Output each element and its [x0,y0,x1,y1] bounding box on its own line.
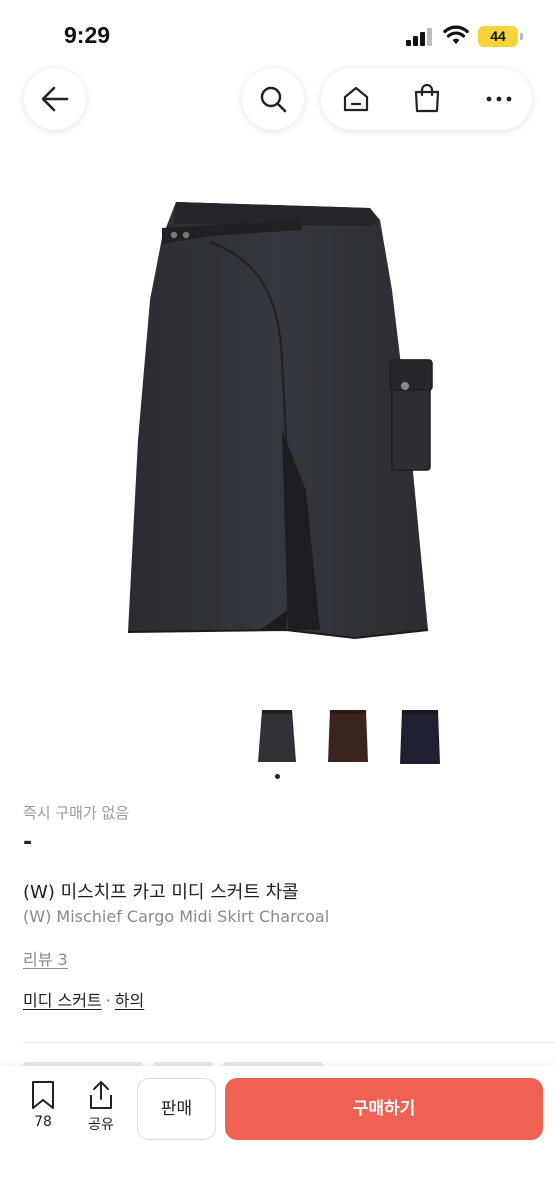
price-value: - [23,830,33,855]
thumbnail-navy[interactable] [394,700,446,772]
product-main-image[interactable] [110,190,445,650]
instant-buy-price-label: 즉시 구매가 없음 [23,804,130,822]
thumbnail-brown[interactable] [322,700,374,772]
share-button[interactable]: 공유 [80,1080,122,1136]
review-link[interactable]: 리뷰 3 [23,946,68,970]
search-icon [260,86,287,113]
status-time: 9:29 [64,22,111,48]
status-bar: 9:29 44 [0,0,555,70]
wifi-icon [443,25,469,44]
more-button[interactable] [476,76,522,122]
category-separator: · [105,991,111,1010]
product-title-korean: (W) 미스치프 카고 미디 스커트 차콜 [23,882,299,903]
shopping-bag-button[interactable] [404,76,450,122]
share-label: 공유 [88,1117,114,1133]
nav-action-group [321,68,532,130]
more-horizontal-icon [486,96,512,102]
search-button[interactable] [242,68,304,130]
category-link-midi-skirt[interactable]: 미디 스커트 [23,991,102,1010]
category-link-bottoms[interactable]: 하의 [115,991,144,1010]
bookmark-icon [32,1081,54,1109]
home-button[interactable] [333,76,379,122]
product-title-english: (W) Mischief Cargo Midi Skirt Charcoal [23,907,330,926]
cellular-signal-icon [406,28,434,46]
shopping-bag-icon [414,83,440,113]
section-divider [23,1042,555,1043]
battery-cap [520,33,523,40]
buy-button[interactable]: 구매하기 [225,1078,543,1140]
thumbnail-selected-indicator [275,774,280,779]
thumbnail-charcoal[interactable] [252,700,304,772]
sell-button[interactable]: 판매 [137,1078,216,1140]
bookmark-button[interactable]: 78 [22,1080,64,1136]
share-icon [90,1081,112,1109]
home-icon [343,86,369,112]
bookmark-count: 78 [34,1114,52,1130]
back-button[interactable] [24,68,86,130]
category-breadcrumb: 미디 스커트 · 하의 [23,987,144,1011]
battery-indicator: 44 [478,26,518,47]
arrow-left-icon [41,86,69,112]
